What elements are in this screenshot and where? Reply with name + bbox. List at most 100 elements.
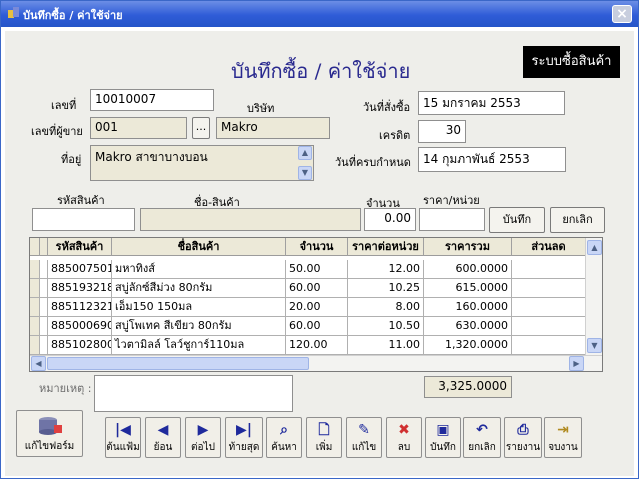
doc-no-label: เลขที่	[51, 99, 77, 112]
binoculars-icon: ⌕	[280, 422, 288, 438]
cell-unit-price: 10.50	[348, 317, 424, 336]
new-document-icon: 🗋	[318, 422, 330, 438]
cell-discount	[512, 260, 586, 279]
cancel-label: ยกเลิก	[468, 442, 496, 453]
edit-form-label: แก้ไขฟอร์ม	[24, 441, 75, 452]
last-label: ท้ายสุด	[228, 442, 260, 453]
skip-first-icon: |◀	[115, 422, 131, 438]
row-marker	[40, 260, 48, 279]
find-button[interactable]: ⌕ ค้นหา	[266, 417, 302, 458]
col-header-unit-price[interactable]: ราคาต่อหน่วย	[348, 238, 424, 256]
address-field[interactable]: Makro สาขาบางบอน	[90, 145, 314, 181]
cell-unit-price: 11.00	[348, 336, 424, 355]
row-selector[interactable]	[30, 260, 40, 279]
cell-code: 885102800	[48, 336, 112, 355]
undo-icon: ↶	[476, 422, 488, 438]
col-header-qty[interactable]: จำนวน	[286, 238, 348, 256]
edit-button[interactable]: ✎ แก้ไข	[346, 417, 382, 458]
scroll-up-icon[interactable]: ▲	[587, 240, 602, 255]
first-record-button[interactable]: |◀ ต้นแฟ้ม	[105, 417, 141, 458]
next-label: ต่อไป	[191, 442, 215, 453]
table-horizontal-scrollbar[interactable]: ◀ ▶	[30, 355, 602, 371]
report-label: รายงาน	[505, 442, 541, 453]
vendor-name-field[interactable]: Makro	[216, 117, 330, 139]
cell-total: 630.0000	[424, 317, 512, 336]
save-label: บันทึก	[430, 442, 456, 453]
row-selector[interactable]	[30, 317, 40, 336]
col-header-discount[interactable]: ส่วนลด	[512, 238, 586, 256]
cell-name: สบู่ลักซ์สีม่วง 80กรัม	[112, 279, 286, 298]
row-selector[interactable]	[30, 298, 40, 317]
app-window: บันทึกซื้อ / ค่าใช้จ่าย × บันทึกซื้อ / ค…	[0, 0, 639, 479]
address-scrollbar[interactable]: ▲ ▼	[298, 146, 314, 182]
next-record-button[interactable]: ▶ ต่อไป	[185, 417, 221, 458]
exit-button[interactable]: ⇥ จบงาน	[544, 417, 582, 458]
delete-button[interactable]: ✖ ลบ	[386, 417, 422, 458]
col-header-name[interactable]: ชื่อสินค้า	[112, 238, 286, 256]
cell-discount	[512, 279, 586, 298]
col-header-code[interactable]: รหัสสินค้า	[48, 238, 112, 256]
due-date-field[interactable]: 14 กุมภาพันธ์ 2553	[418, 147, 566, 172]
window-title: บันทึกซื้อ / ค่าใช้จ่าย	[23, 9, 123, 22]
entry-name-input[interactable]	[140, 208, 361, 231]
cell-discount	[512, 298, 586, 317]
prev-record-button[interactable]: ◀ ย้อน	[145, 417, 181, 458]
delete-icon: ✖	[398, 422, 410, 438]
scroll-right-icon[interactable]: ▶	[569, 356, 584, 371]
cell-unit-price: 8.00	[348, 298, 424, 317]
scroll-down-icon[interactable]: ▼	[298, 166, 312, 180]
entry-qty-input[interactable]: 0.00	[364, 208, 416, 231]
table-row[interactable]: 885007501 มหาทิงส์ 50.00 12.00 600.0000	[30, 260, 586, 279]
doc-no-field[interactable]: 10010007	[90, 89, 214, 111]
col-header-total[interactable]: ราคารวม	[424, 238, 512, 256]
skip-last-icon: ▶|	[236, 422, 252, 438]
due-date-label: วันที่ครบกำหนด	[335, 156, 411, 169]
cell-qty: 120.00	[286, 336, 348, 355]
cell-code: 885007501	[48, 260, 112, 279]
entry-cancel-button[interactable]: ยกเลิก	[550, 207, 605, 233]
items-table[interactable]: รหัสสินค้า ชื่อสินค้า จำนวน ราคาต่อหน่วย…	[29, 237, 603, 372]
cell-total: 1,320.0000	[424, 336, 512, 355]
vendor-lookup-button[interactable]: ...	[192, 117, 210, 139]
last-record-button[interactable]: ▶| ท้ายสุด	[225, 417, 263, 458]
edit-pencil-icon: ✎	[358, 422, 370, 438]
app-icon	[8, 7, 19, 18]
report-button[interactable]: ⎙ รายงาน	[504, 417, 542, 458]
row-marker	[40, 317, 48, 336]
table-header: รหัสสินค้า ชื่อสินค้า จำนวน ราคาต่อหน่วย…	[30, 238, 602, 256]
save-button[interactable]: ▣ บันทึก	[425, 417, 461, 458]
table-row[interactable]: 885193218 สบู่ลักซ์สีม่วง 80กรัม 60.00 1…	[30, 279, 586, 298]
scroll-thumb[interactable]	[47, 357, 309, 370]
close-icon: ×	[616, 6, 628, 22]
find-label: ค้นหา	[271, 442, 297, 453]
scroll-down-icon[interactable]: ▼	[587, 338, 602, 353]
vendor-no-field[interactable]: 001	[90, 117, 187, 139]
add-button[interactable]: 🗋 เพิ่ม	[306, 417, 342, 458]
scroll-up-icon[interactable]: ▲	[298, 146, 312, 160]
table-vertical-scrollbar[interactable]: ▲ ▼	[585, 238, 602, 356]
arrow-right-icon: ▶	[197, 422, 209, 438]
address-label: ที่อยู่	[61, 153, 82, 166]
order-date-field[interactable]: 15 มกราคม 2553	[418, 91, 565, 115]
scroll-left-icon[interactable]: ◀	[31, 356, 46, 371]
remark-field[interactable]	[94, 375, 293, 412]
row-selector[interactable]	[30, 279, 40, 298]
edit-form-button[interactable]: แก้ไขฟอร์ม	[16, 410, 83, 457]
credit-field[interactable]: 30	[418, 120, 466, 143]
entry-save-button[interactable]: บันทึก	[489, 207, 545, 233]
row-marker	[40, 279, 48, 298]
table-row[interactable]: 885102800 ไวตามิลล์ โลว์ชูการ์110มล 120.…	[30, 336, 586, 355]
row-selector[interactable]	[30, 336, 40, 355]
entry-code-input[interactable]	[32, 208, 135, 231]
cancel-button[interactable]: ↶ ยกเลิก	[463, 417, 501, 458]
cell-qty: 50.00	[286, 260, 348, 279]
cell-discount	[512, 336, 586, 355]
table-row[interactable]: 885000690 สบู่โพเทค สีเขียว 80กรัม 60.00…	[30, 317, 586, 336]
close-button[interactable]: ×	[612, 5, 632, 23]
entry-price-input[interactable]	[419, 208, 485, 231]
cell-code: 885193218	[48, 279, 112, 298]
title-bar: บันทึกซื้อ / ค่าใช้จ่าย ×	[1, 1, 638, 27]
row-marker	[40, 336, 48, 355]
edit-label: แก้ไข	[351, 442, 377, 453]
table-row[interactable]: 885112321 เอ็ม150 150มล 20.00 8.00 160.0…	[30, 298, 586, 317]
